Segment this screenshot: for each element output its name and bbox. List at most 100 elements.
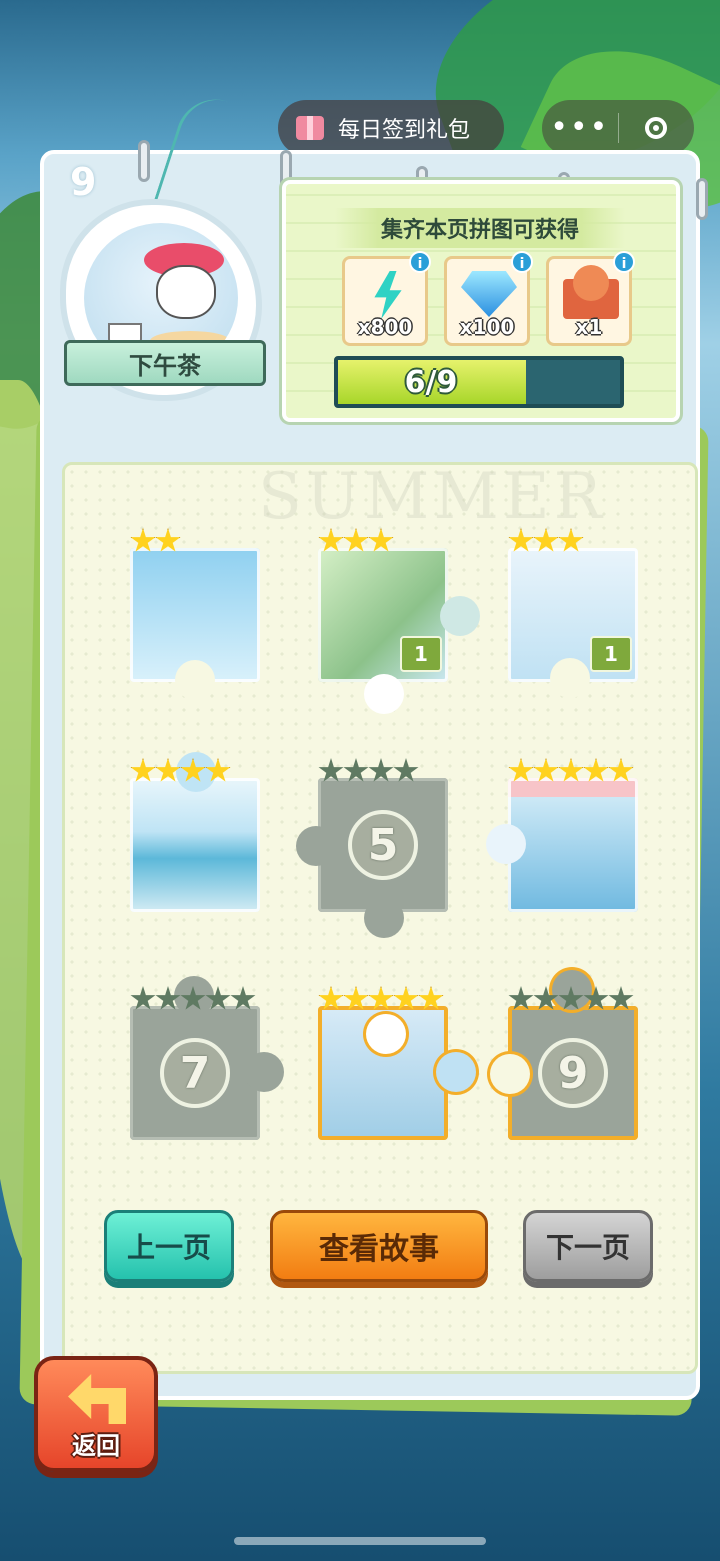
reward-qty: x1 — [575, 315, 603, 339]
home-indicator — [234, 1537, 486, 1545]
piece-tab — [364, 674, 404, 714]
piece-tab — [490, 1054, 530, 1094]
piece-number: 5 — [348, 810, 418, 880]
star-icon — [368, 986, 394, 1010]
star-icon — [393, 758, 419, 782]
lightning-energy-icon — [374, 271, 402, 319]
star-rating — [318, 528, 394, 554]
back-label: 返回 — [72, 1432, 120, 1460]
star-icon — [533, 986, 559, 1010]
star-icon — [343, 528, 369, 552]
star-icon — [343, 986, 369, 1010]
piece-number: 9 — [538, 1038, 608, 1108]
binder-ring — [138, 140, 150, 182]
star-icon — [318, 986, 344, 1010]
star-icon — [558, 986, 584, 1010]
puzzle-piece-2[interactable]: 1 — [318, 528, 480, 714]
star-rating — [318, 986, 444, 1012]
puzzle-piece-5[interactable]: 5 — [296, 758, 448, 938]
daily-checkin-gift-label: 每日签到礼包 — [338, 118, 471, 143]
piece-tab — [366, 1014, 406, 1054]
star-rating — [318, 758, 419, 784]
star-icon — [508, 528, 534, 552]
piece-tab — [244, 1052, 284, 1092]
star-icon — [608, 986, 634, 1010]
progress-label: 6/9 — [404, 364, 458, 400]
prev-page-button[interactable]: 上一页 — [104, 1210, 234, 1282]
star-icon — [155, 986, 181, 1010]
star-icon — [343, 758, 369, 782]
star-icon — [155, 758, 181, 782]
star-icon — [583, 758, 609, 782]
star-icon — [230, 986, 256, 1010]
info-icon[interactable]: i — [511, 251, 533, 273]
star-icon — [155, 528, 181, 552]
puzzle-piece-1[interactable] — [130, 528, 260, 700]
gift-box-icon — [296, 116, 324, 140]
daily-checkin-gift-button[interactable]: 每日签到礼包 — [278, 100, 504, 156]
page-number: 9 — [70, 160, 97, 204]
back-arrow-icon — [68, 1374, 126, 1424]
piece-tab — [175, 660, 215, 700]
star-rating — [130, 986, 256, 1012]
piece-tab — [550, 658, 590, 698]
piece-count-badge: 1 — [400, 636, 442, 672]
star-icon — [318, 528, 344, 552]
star-rating — [508, 528, 584, 554]
cafe-shop-scene — [508, 778, 638, 912]
star-icon — [368, 758, 394, 782]
collection-progress-bar: 6/9 — [334, 356, 624, 408]
piece-number: 7 — [160, 1038, 230, 1108]
puzzle-piece-7[interactable]: 7 — [130, 976, 284, 1140]
puzzle-piece-3[interactable]: 1 — [508, 528, 638, 698]
target-ring-icon — [645, 117, 668, 139]
summer-watermark: SUMMER — [258, 460, 606, 534]
reward-diamond[interactable]: x100 i — [444, 251, 533, 346]
star-rating — [130, 528, 181, 554]
puzzle-piece-4[interactable] — [130, 752, 260, 912]
piece-count-badge: 1 — [590, 636, 632, 672]
close-mini-program-button[interactable] — [619, 117, 695, 139]
star-icon — [418, 986, 444, 1010]
star-icon — [558, 758, 584, 782]
reward-qty: x800 — [357, 315, 413, 339]
reward-character[interactable]: x1 i — [546, 251, 635, 346]
puzzle-piece-6[interactable] — [486, 758, 638, 912]
chapter-title-ribbon: 下午茶 — [64, 340, 266, 386]
star-icon — [130, 528, 156, 552]
mini-program-capsule: ••• — [542, 100, 694, 156]
info-icon[interactable]: i — [613, 251, 635, 273]
star-icon — [180, 986, 206, 1010]
star-icon — [318, 758, 344, 782]
star-icon — [608, 758, 634, 782]
back-button[interactable]: 返回 — [34, 1356, 158, 1472]
star-icon — [130, 758, 156, 782]
star-icon — [180, 758, 206, 782]
star-rating — [508, 986, 634, 1012]
more-dots-icon[interactable]: ••• — [542, 100, 618, 156]
piece-tab — [364, 898, 404, 938]
star-icon — [393, 986, 419, 1010]
seaside-church-scene — [130, 778, 260, 912]
puzzle-piece-8[interactable] — [318, 986, 476, 1140]
piece-tab — [486, 824, 526, 864]
star-icon — [205, 758, 231, 782]
star-icon — [508, 758, 534, 782]
star-icon — [558, 528, 584, 552]
star-icon — [583, 986, 609, 1010]
view-story-button[interactable]: 查看故事 — [270, 1210, 488, 1282]
next-page-button[interactable]: 下一页 — [523, 1210, 653, 1282]
star-icon — [533, 758, 559, 782]
star-rating — [508, 758, 634, 784]
star-rating — [130, 758, 231, 784]
piece-tab — [440, 596, 480, 636]
binder-ring — [696, 178, 708, 220]
cat-face — [156, 265, 216, 319]
star-icon — [205, 986, 231, 1010]
star-icon — [508, 986, 534, 1010]
character-head — [573, 265, 609, 301]
reward-energy[interactable]: x800 i — [342, 251, 431, 346]
info-icon[interactable]: i — [409, 251, 431, 273]
star-icon — [368, 528, 394, 552]
puzzle-piece-9[interactable]: 9 — [490, 970, 638, 1140]
